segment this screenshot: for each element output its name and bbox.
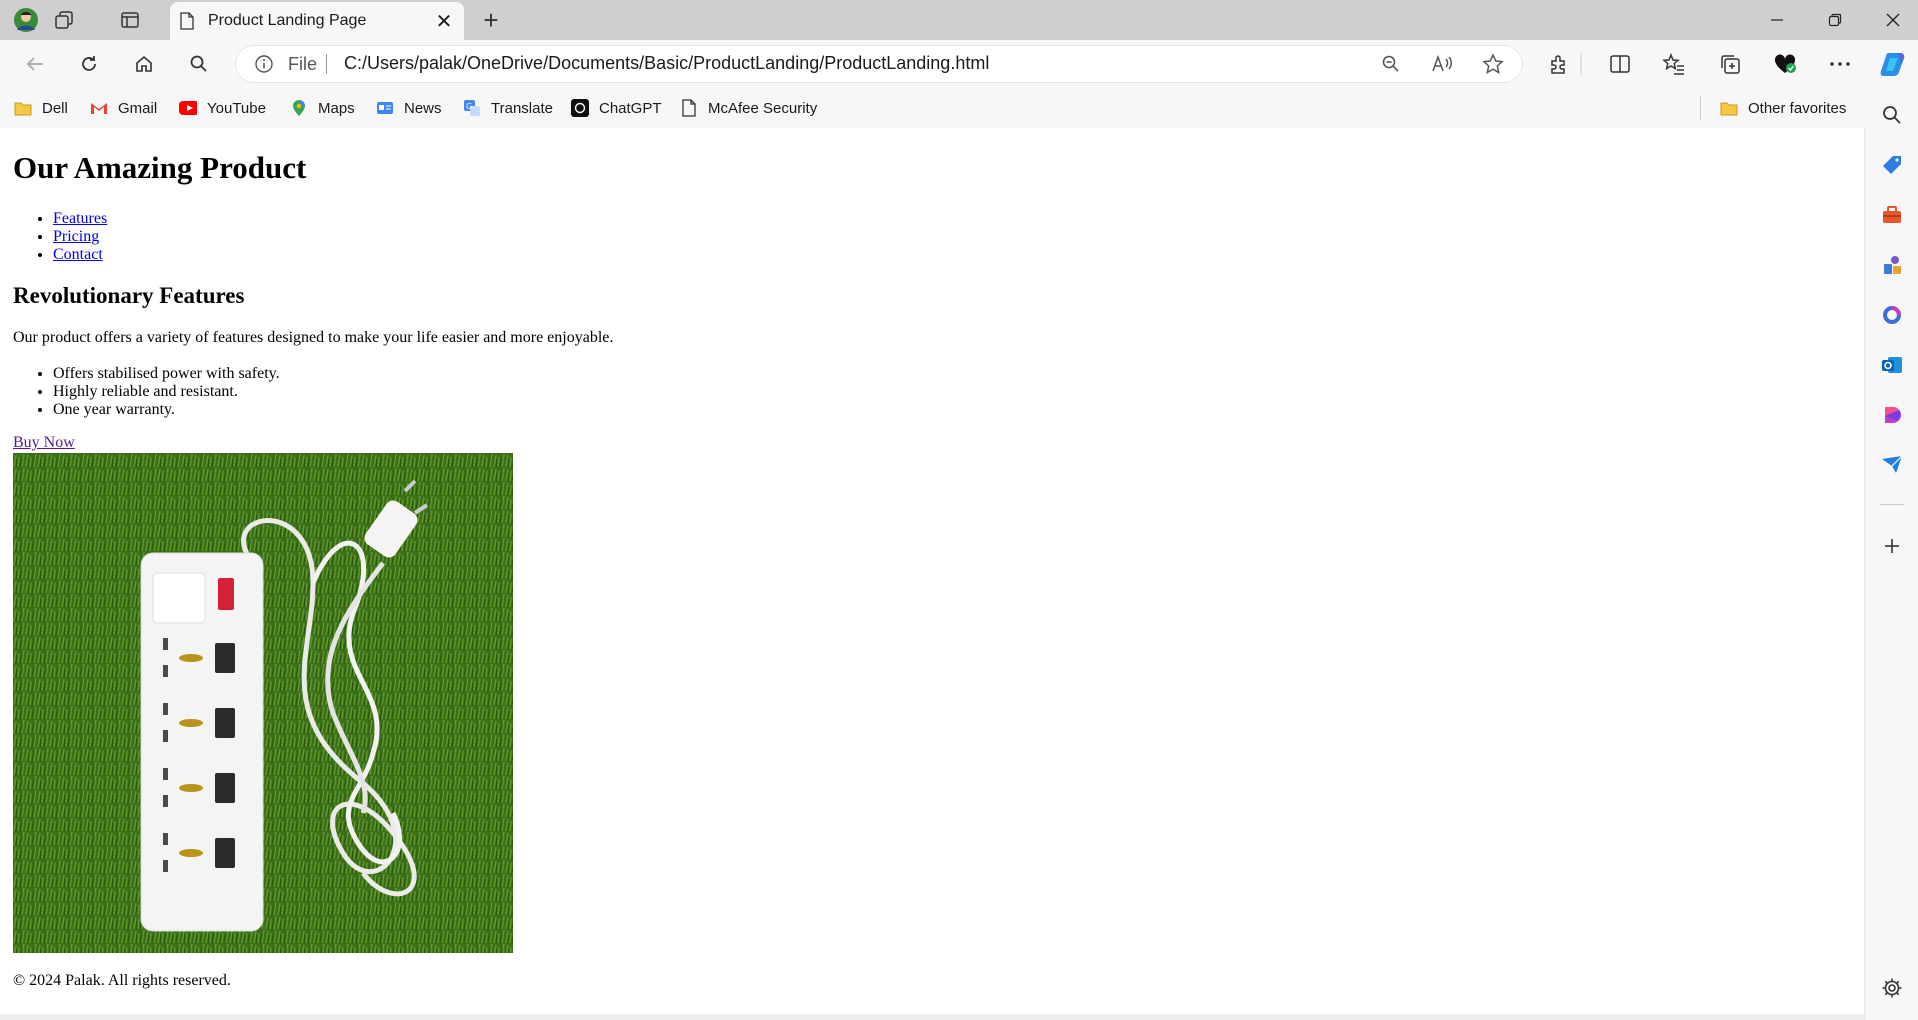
collections-icon[interactable] — [1714, 48, 1746, 80]
edge-sidebar — [1866, 88, 1918, 1020]
browser-window: Product Landing Page ✕ + File C:/Users/p… — [0, 0, 1918, 1020]
favorite-label: ChatGPT — [599, 99, 662, 117]
profile-avatar-icon[interactable] — [12, 6, 40, 34]
home-icon[interactable] — [127, 48, 161, 80]
new-tab-button[interactable]: + — [476, 5, 506, 35]
workspaces-icon[interactable] — [50, 6, 78, 34]
send-drop-icon[interactable] — [1878, 451, 1906, 479]
designer-icon[interactable] — [1878, 401, 1906, 429]
nav-link-pricing[interactable]: Pricing — [53, 228, 99, 245]
favorites-icon[interactable] — [1658, 48, 1690, 80]
favorite-label: Gmail — [118, 99, 158, 117]
scheme-label: File — [288, 54, 318, 74]
nav-item-pricing: Pricing — [53, 228, 107, 246]
favorite-label: Dell — [42, 99, 68, 117]
folder-icon — [1720, 99, 1738, 117]
copilot-icon[interactable] — [1877, 48, 1909, 80]
tab-product-landing[interactable]: Product Landing Page ✕ — [170, 2, 464, 40]
back-arrow-icon[interactable] — [18, 48, 52, 80]
microsoft-365-icon[interactable] — [1878, 301, 1906, 329]
folder-icon — [14, 99, 32, 117]
other-favorites-label: Other favorites — [1748, 99, 1847, 117]
other-favorites[interactable]: Other favorites — [1720, 96, 1846, 120]
favorite-label: News — [404, 99, 442, 117]
list-item: Offers stabilised power with safety. — [53, 365, 280, 383]
translate-icon: G — [463, 99, 481, 117]
list-item: Highly reliable and resistant. — [53, 383, 280, 401]
nav-link-contact[interactable]: Contact — [53, 246, 103, 263]
favorites-bar: Dell Gmail YouTube Maps News G Translate… — [0, 88, 1918, 128]
favorite-dell[interactable]: Dell — [14, 96, 68, 120]
favorite-chatgpt[interactable]: ChatGPT — [571, 96, 662, 120]
favorite-maps[interactable]: Maps — [290, 96, 355, 120]
nav-item-features: Features — [53, 210, 107, 228]
nav-link-features[interactable]: Features — [53, 210, 107, 227]
page-content: Our Amazing Product Features Pricing Con… — [0, 128, 1864, 1014]
close-window-button[interactable] — [1864, 0, 1918, 40]
favorite-label: YouTube — [207, 99, 266, 117]
restore-button[interactable] — [1806, 0, 1864, 40]
tab-title: Product Landing Page — [208, 12, 367, 29]
favorite-label: McAfee Security — [708, 99, 818, 117]
features-intro: Our product offers a variety of features… — [13, 329, 614, 346]
address-separator — [326, 54, 327, 74]
favorite-star-icon[interactable] — [1480, 52, 1506, 76]
buy-now-link[interactable]: Buy Now — [13, 434, 75, 452]
shopping-tag-icon[interactable] — [1878, 151, 1906, 179]
document-icon — [180, 12, 194, 30]
chatgpt-icon — [571, 99, 589, 117]
zoom-out-icon[interactable] — [1378, 52, 1404, 76]
toolbar: File C:/Users/palak/OneDrive/Documents/B… — [0, 40, 1918, 88]
more-options-icon[interactable] — [1824, 48, 1856, 80]
split-screen-icon[interactable] — [1604, 48, 1636, 80]
sidebar-settings-gear-icon[interactable] — [1878, 974, 1906, 1002]
close-tab-icon[interactable]: ✕ — [430, 7, 458, 35]
favorite-mcafee[interactable]: McAfee Security — [680, 96, 817, 120]
gmail-icon — [90, 99, 108, 117]
features-heading: Revolutionary Features — [13, 283, 245, 308]
address-bar[interactable]: File C:/Users/palak/OneDrive/Documents/B… — [236, 46, 1522, 82]
outlook-icon[interactable] — [1878, 351, 1906, 379]
read-aloud-icon[interactable] — [1429, 52, 1455, 76]
favorite-youtube[interactable]: YouTube — [179, 96, 266, 120]
tools-briefcase-icon[interactable] — [1878, 201, 1906, 229]
tab-bar: Product Landing Page ✕ + — [0, 0, 1918, 40]
toolbar-divider — [1565, 48, 1597, 80]
maps-icon — [290, 99, 308, 117]
nav-list: Features Pricing Contact — [53, 210, 107, 264]
favorite-label: Maps — [318, 99, 355, 117]
vertical-tabs-icon[interactable] — [116, 6, 144, 34]
favorite-news[interactable]: News — [376, 96, 442, 120]
page-title: Our Amazing Product — [13, 150, 307, 185]
news-icon — [376, 99, 394, 117]
nav-item-contact: Contact — [53, 246, 107, 264]
footer-copyright: © 2024 Palak. All rights reserved. — [13, 972, 231, 989]
info-icon[interactable] — [254, 54, 274, 74]
search-icon[interactable] — [182, 48, 216, 80]
favorite-gmail[interactable]: Gmail — [90, 96, 157, 120]
document-icon — [680, 99, 698, 117]
browser-essentials-icon[interactable] — [1769, 48, 1801, 80]
favorite-translate[interactable]: G Translate — [463, 96, 553, 120]
feature-list: Offers stabilised power with safety. Hig… — [53, 365, 280, 419]
url-text[interactable]: C:/Users/palak/OneDrive/Documents/Basic/… — [344, 53, 989, 74]
youtube-icon — [179, 99, 197, 117]
add-sidebar-app-icon[interactable] — [1878, 532, 1906, 560]
svg-text:G: G — [466, 102, 472, 111]
sidebar-search-icon[interactable] — [1878, 101, 1906, 129]
favorites-divider — [1700, 96, 1701, 120]
product-image — [13, 453, 513, 953]
games-icon[interactable] — [1878, 251, 1906, 279]
minimize-button[interactable] — [1748, 0, 1806, 40]
favorite-label: Translate — [491, 99, 553, 117]
sidebar-divider — [1880, 504, 1904, 505]
list-item: One year warranty. — [53, 401, 280, 419]
refresh-icon[interactable] — [72, 48, 106, 80]
